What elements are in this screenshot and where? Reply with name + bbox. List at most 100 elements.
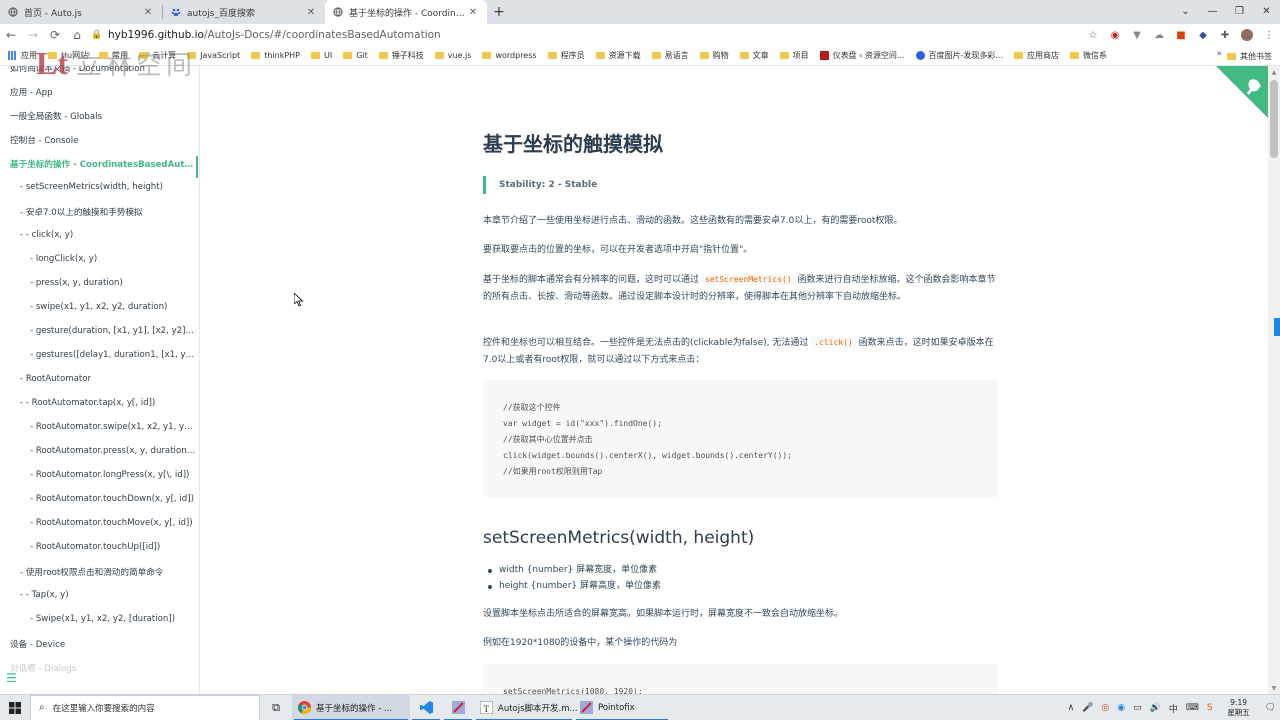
sidebar-item[interactable]: - - click(x, y): [20, 230, 196, 240]
sidebar-item[interactable]: - 安卓7.0以上的触摸和手势模拟: [20, 206, 196, 218]
minimize-button[interactable]: —: [1199, 0, 1226, 22]
bookmark-folder[interactable]: Git: [343, 51, 368, 60]
tray-app-icon[interactable]: ◎: [1101, 703, 1109, 713]
sidebar-item[interactable]: - gesture(duration, [x1, y1], [x2, y2], …: [30, 326, 196, 336]
sidebar-item[interactable]: 控制台 - Console: [10, 134, 196, 146]
reload-icon[interactable]: ⟳: [44, 24, 66, 46]
bookmark-folder[interactable]: 资源下载: [595, 50, 641, 61]
sidebar-item[interactable]: - - Tap(x, y): [20, 590, 196, 600]
task-view-icon[interactable]: ⧉: [260, 695, 292, 720]
tab-title: autojs_百度搜索: [187, 8, 255, 19]
grammarly-icon[interactable]: ◉: [1104, 24, 1126, 46]
taskbar-app-pointofix[interactable]: Pointofix: [574, 695, 670, 720]
sidebar-item[interactable]: - press(x, y, duration): [30, 278, 196, 288]
microphone-icon[interactable]: 🎤: [1082, 703, 1093, 713]
extension-icon-3[interactable]: ■: [1170, 24, 1192, 46]
sidebar-item[interactable]: - RootAutomator.touchDown(x, y[, id]): [30, 494, 196, 504]
bookmark-folder[interactable]: 应用商店: [1014, 50, 1059, 61]
sidebar-item[interactable]: 设备 - Device: [10, 638, 196, 650]
forward-icon[interactable]: →: [22, 24, 44, 46]
maximize-button[interactable]: ❐: [1226, 0, 1253, 22]
bookmark-folder[interactable]: 文章: [739, 50, 769, 61]
tray-overflow-icon[interactable]: ∧: [1068, 703, 1075, 713]
home-icon[interactable]: ⌂: [66, 24, 88, 46]
scroll-thumb[interactable]: [1270, 80, 1278, 158]
inline-code-setscreenmetrics: setScreenMetrics(): [701, 274, 795, 285]
extension-icon-2[interactable]: ☁: [1148, 24, 1170, 46]
sidebar-item[interactable]: - - RootAutomator.tap(x, y[, id]): [20, 398, 196, 408]
search-placeholder: 在这里输入你要搜索的内容: [52, 703, 155, 714]
bookmark-dashboard[interactable]: 仪表盘 ‹ 资源空间...: [819, 50, 905, 61]
sidebar-item[interactable]: - RootAutomator.touchUp([id]): [30, 542, 196, 552]
lock-icon[interactable]: 🔒: [90, 28, 104, 42]
menu-dots-icon[interactable]: ⋮: [1258, 24, 1280, 46]
sidebar-toggle-icon[interactable]: ☰: [6, 672, 18, 684]
windows-start-icon[interactable]: [0, 695, 30, 720]
sidebar-item[interactable]: - RootAutomator.press(x, y, duration[, i…: [30, 446, 196, 456]
bookmark-baidu-images[interactable]: 百度图片-发现多彩...: [915, 50, 1003, 61]
scroll-down-icon[interactable]: ▼: [1268, 682, 1280, 694]
extension-icon-4[interactable]: ◆: [1192, 24, 1214, 46]
vue-devtools-icon[interactable]: ▼: [1126, 24, 1148, 46]
tray-app-icon-3[interactable]: S: [1207, 703, 1213, 713]
new-tab-button[interactable]: +: [487, 0, 511, 24]
bookmark-folder[interactable]: wordpress: [482, 51, 537, 60]
tab-baidu-search[interactable]: autojs_百度搜索 ✕: [163, 0, 325, 24]
search-icon: ⌕: [39, 702, 45, 713]
keyboard-icon[interactable]: ⌨: [1186, 703, 1199, 713]
tab-search-icon[interactable]: ⌄: [1172, 0, 1199, 22]
bookmark-folder[interactable]: 锤子科技: [378, 50, 424, 61]
github-corner-icon[interactable]: [1216, 66, 1268, 118]
sidebar-item[interactable]: 应用 - App: [10, 86, 196, 98]
sidebar-item[interactable]: - 使用root权限点击和滑动的简单命令: [20, 566, 196, 578]
bookmark-folder[interactable]: vue.js: [434, 51, 471, 60]
sidebar-item[interactable]: 基于坐标的操作 - CoordinatesBasedAutoma...: [10, 158, 196, 170]
bookmark-folder[interactable]: 程序员: [547, 50, 585, 61]
tab-close-icon[interactable]: ✕: [142, 7, 154, 18]
sidebar-item[interactable]: - gestures([delay1, duration1, [x1, y1],…: [30, 350, 196, 360]
bookmark-folder[interactable]: 易语言: [651, 50, 689, 61]
profile-avatar[interactable]: [1236, 24, 1258, 46]
tab-coordinates-automation[interactable]: 基于坐标的操作 - CoordinatesBasedAutomation ✕: [325, 0, 487, 24]
taskbar-app-vscode[interactable]: [410, 695, 442, 720]
bookmark-folder[interactable]: 微信系: [1070, 50, 1107, 61]
bookmark-star-icon[interactable]: ☆: [1082, 24, 1104, 46]
bookmark-folder[interactable]: 项目: [779, 50, 809, 61]
taskbar-clock[interactable]: 9:19 星期五: [1221, 698, 1257, 718]
sidebar-item[interactable]: - RootAutomator.touchMove(x, y[, id]): [30, 518, 196, 528]
tab-close-icon[interactable]: ✕: [305, 7, 317, 18]
volume-icon[interactable]: 🔊: [1150, 703, 1161, 713]
bookmarks-overflow-icon[interactable]: »: [1216, 49, 1222, 59]
other-bookmarks[interactable]: 其他书签: [1227, 46, 1272, 65]
bookmark-apps[interactable]: 应用: [8, 50, 37, 61]
taskbar-app-chrome[interactable]: 基于坐标的操作 - ...: [292, 694, 410, 720]
back-icon[interactable]: ←: [0, 24, 22, 46]
sidebar-item[interactable]: - RootAutomator: [20, 374, 196, 384]
tab-close-icon[interactable]: ✕: [467, 7, 479, 18]
side-widget-tab[interactable]: [1274, 318, 1280, 336]
bookmark-folder[interactable]: thinkPHP: [251, 51, 300, 60]
page-scrollbar[interactable]: ▲ ▼: [1268, 66, 1280, 694]
sidebar-item[interactable]: - Swipe(x1, y1, x2, y2, [duration]): [30, 614, 196, 624]
sidebar-item[interactable]: - longClick(x, y): [30, 254, 196, 264]
ime-icon[interactable]: 中: [1169, 702, 1178, 715]
taskbar-search-box[interactable]: ⌕ 在这里输入你要搜索的内容: [30, 694, 260, 720]
tab-autojs-home[interactable]: 首页 - Auto.js ✕: [0, 0, 162, 24]
close-window-button[interactable]: ✕: [1253, 0, 1280, 22]
sidebar-item[interactable]: 一般全局函数 - Globals: [10, 110, 196, 122]
sidebar-item[interactable]: - RootAutomator.longPress(x, y[\, id]): [30, 470, 196, 480]
notification-icon[interactable]: 🗨: [1265, 703, 1276, 713]
sidebar-item[interactable]: - swipe(x1, y1, x2, y2, duration): [30, 302, 196, 312]
bookmark-folder[interactable]: 购物: [699, 50, 729, 61]
sidebar-item[interactable]: - RootAutomator.swipe(x1, x2, y1, y2[, d…: [30, 422, 196, 432]
network-icon[interactable]: ▭: [1133, 703, 1142, 713]
sidebar-item[interactable]: - setScreenMetrics(width, height): [20, 182, 196, 192]
tray-app-icon-2[interactable]: ◉: [1117, 703, 1125, 713]
scroll-up-icon[interactable]: ▲: [1268, 66, 1280, 78]
bookmark-folder[interactable]: UI: [311, 51, 332, 60]
taskbar-app-pointofix-tool[interactable]: [442, 695, 474, 720]
taskbar-app-typora[interactable]: T Autojs脚本开发.m...: [474, 695, 578, 720]
extensions-puzzle-icon[interactable]: ✚: [1214, 24, 1236, 46]
address-bar[interactable]: 🔒 hyb1996.github.io /AutoJs-Docs/#/coord…: [90, 26, 1082, 44]
sidebar-item[interactable]: 对话框 - Dialogs: [10, 662, 196, 674]
